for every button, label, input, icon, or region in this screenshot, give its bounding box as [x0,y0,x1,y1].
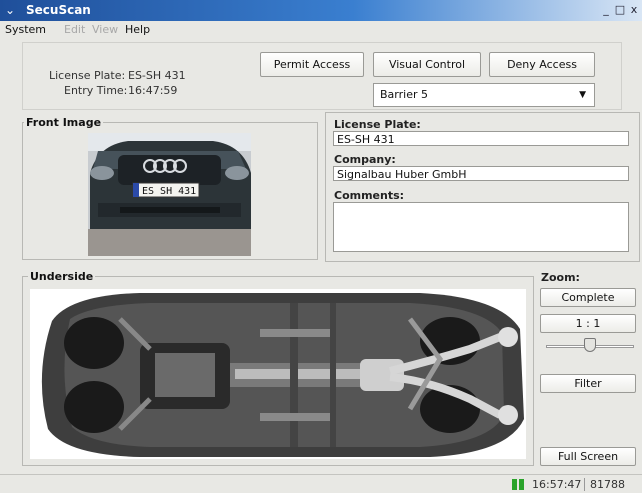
menu-edit[interactable]: Edit [64,23,85,36]
zoom-complete-button[interactable]: Complete [540,288,636,307]
window-title: SecuScan [26,3,91,17]
dropdown-arrow-icon: ▼ [579,90,586,100]
details-plate-label: License Plate: [334,118,421,131]
zoom-slider[interactable] [546,336,634,356]
underside-title: Underside [28,270,96,283]
company-label: Company: [334,153,396,166]
company-field[interactable]: Signalbau Huber GmbH [333,166,629,181]
menu-help[interactable]: Help [125,23,150,36]
front-image-title: Front Image [24,116,104,129]
front-car-image: ES SH 431 [88,133,251,256]
maximize-button[interactable]: □ [614,3,626,17]
entry-time-value: 16:47:59 [128,84,178,97]
permit-access-button[interactable]: Permit Access [260,52,364,77]
car-front-photo: ES SH 431 [88,133,251,256]
visual-control-button[interactable]: Visual Control [373,52,481,77]
menu-system[interactable]: System [5,23,46,36]
zoom-slider-thumb[interactable] [584,338,596,352]
close-button[interactable]: x [628,3,640,17]
minimize-button[interactable]: _ [600,3,612,17]
comments-field[interactable] [333,202,629,252]
filter-button[interactable]: Filter [540,374,636,393]
zoom-label: Zoom: [541,271,580,284]
chevron-down-icon[interactable]: ⌄ [5,3,19,17]
status-time: 16:57:47 [532,478,582,491]
entry-plate-label: License Plate: [49,69,126,82]
license-plate-field[interactable]: ES-SH 431 [333,131,629,146]
menu-view[interactable]: View [92,23,118,36]
zoom-ratio-button[interactable]: 1 : 1 [540,314,636,333]
deny-access-button[interactable]: Deny Access [489,52,595,77]
barrier-select-value: Barrier 5 [380,88,428,101]
comments-label: Comments: [334,189,405,202]
connection-status-icon [512,479,526,490]
entry-plate-value: ES-SH 431 [128,69,186,82]
entry-time-label: Entry Time: [64,84,128,97]
status-bar: 16:57:47 81788 kB [0,474,642,493]
status-divider [584,478,585,491]
menu-bar: System Edit View Help [0,21,642,39]
front-plate-text: ES SH 431 [142,186,196,197]
barrier-select[interactable]: Barrier 5 ▼ [373,83,595,107]
underside-image[interactable] [30,289,526,459]
car-underside-scan [41,293,524,457]
title-bar: ⌄ SecuScan _ □ x [0,0,642,21]
status-memory: 81788 kB [590,478,625,493]
full-screen-button[interactable]: Full Screen [540,447,636,466]
